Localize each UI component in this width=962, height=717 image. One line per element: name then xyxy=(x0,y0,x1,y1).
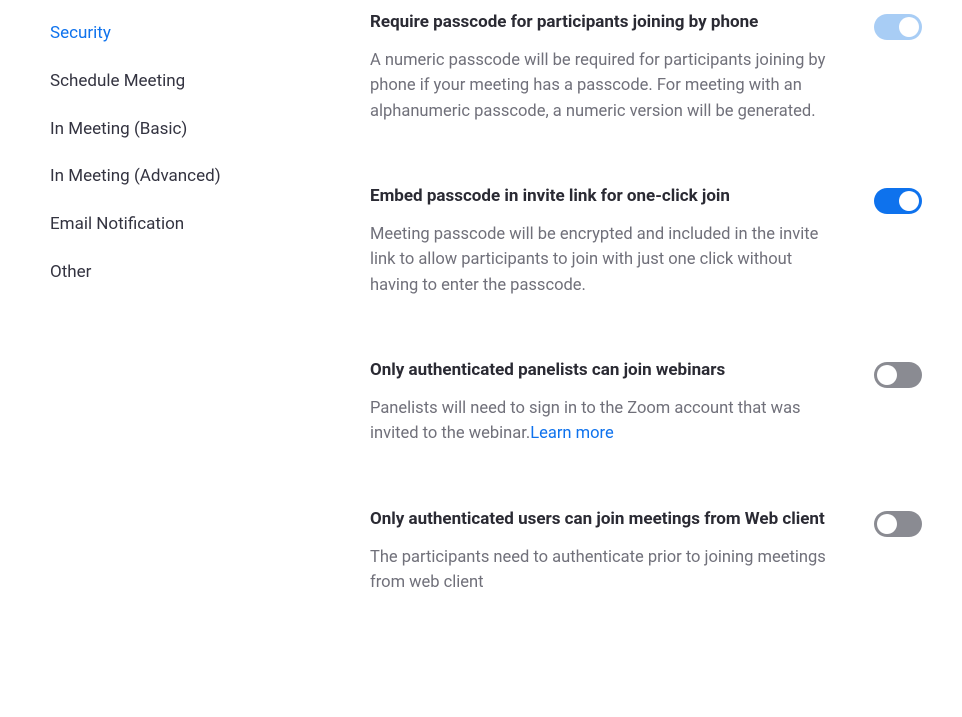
settings-main: Require passcode for participants joinin… xyxy=(320,10,962,656)
toggle-knob xyxy=(877,365,897,385)
sidebar-item-email-notification[interactable]: Email Notification xyxy=(50,201,320,249)
toggle-auth-panelists[interactable] xyxy=(874,362,922,388)
setting-auth-web-client: Only authenticated users can join meetin… xyxy=(370,507,922,656)
setting-title: Require passcode for participants joinin… xyxy=(370,10,830,36)
setting-description: A numeric passcode will be required for … xyxy=(370,48,830,125)
setting-title: Only authenticated users can join meetin… xyxy=(370,507,830,533)
setting-embed-passcode: Embed passcode in invite link for one-cl… xyxy=(370,184,922,358)
toggle-auth-web-client[interactable] xyxy=(874,511,922,537)
sidebar-item-label: Email Notification xyxy=(50,214,184,234)
setting-title: Only authenticated panelists can join we… xyxy=(370,358,830,384)
settings-sidebar: Security Schedule Meeting In Meeting (Ba… xyxy=(0,10,320,656)
setting-description: The participants need to authenticate pr… xyxy=(370,545,830,596)
sidebar-item-label: In Meeting (Advanced) xyxy=(50,166,221,186)
setting-description: Panelists will need to sign in to the Zo… xyxy=(370,396,830,447)
toggle-knob xyxy=(877,514,897,534)
setting-title: Embed passcode in invite link for one-cl… xyxy=(370,184,830,210)
setting-description: Meeting passcode will be encrypted and i… xyxy=(370,222,830,299)
sidebar-item-label: Schedule Meeting xyxy=(50,71,185,91)
setting-auth-panelists: Only authenticated panelists can join we… xyxy=(370,358,922,507)
setting-text: Only authenticated panelists can join we… xyxy=(370,358,830,447)
toggle-embed-passcode[interactable] xyxy=(874,188,922,214)
sidebar-item-label: Security xyxy=(50,23,111,43)
sidebar-item-schedule-meeting[interactable]: Schedule Meeting xyxy=(50,58,320,106)
sidebar-item-security[interactable]: Security xyxy=(50,10,320,58)
setting-require-phone-passcode: Require passcode for participants joinin… xyxy=(370,10,922,184)
toggle-require-phone-passcode[interactable] xyxy=(874,14,922,40)
sidebar-item-other[interactable]: Other xyxy=(50,249,320,297)
learn-more-link[interactable]: Learn more xyxy=(530,424,613,443)
sidebar-item-label: In Meeting (Basic) xyxy=(50,119,187,139)
toggle-knob xyxy=(899,17,919,37)
sidebar-item-in-meeting-basic[interactable]: In Meeting (Basic) xyxy=(50,106,320,154)
toggle-knob xyxy=(899,191,919,211)
sidebar-item-in-meeting-advanced[interactable]: In Meeting (Advanced) xyxy=(50,153,320,201)
setting-text: Embed passcode in invite link for one-cl… xyxy=(370,184,830,298)
setting-text: Require passcode for participants joinin… xyxy=(370,10,830,124)
sidebar-item-label: Other xyxy=(50,262,91,282)
setting-text: Only authenticated users can join meetin… xyxy=(370,507,830,596)
